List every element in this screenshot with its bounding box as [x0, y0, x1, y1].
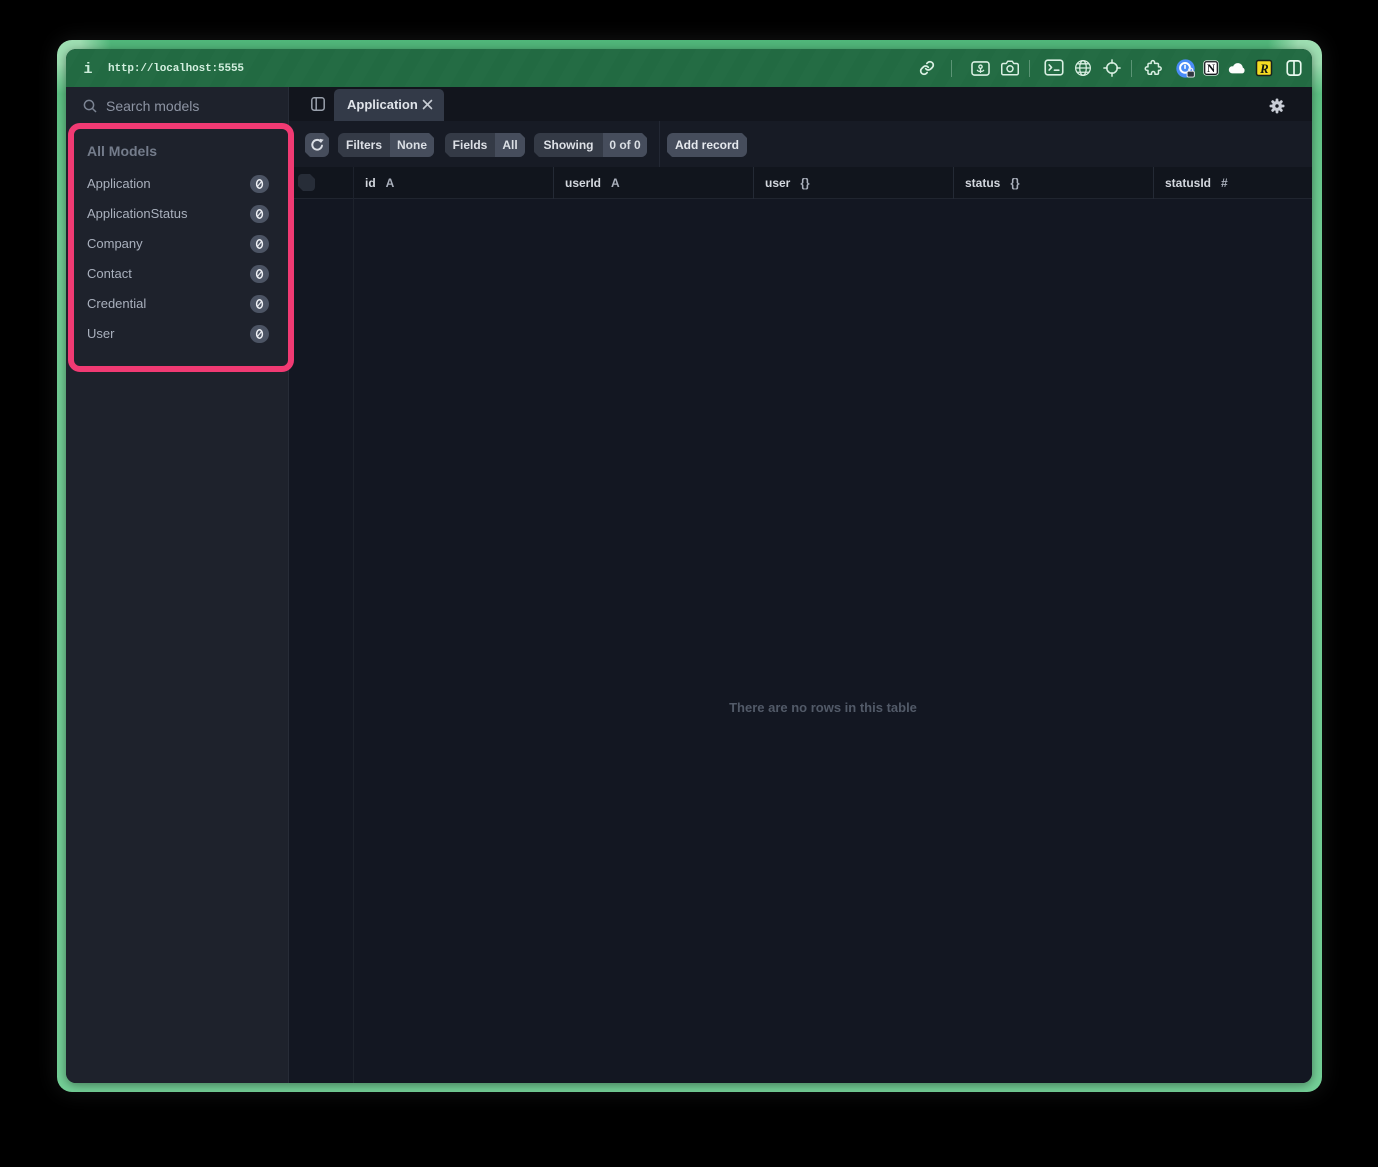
svg-text:N: N	[1207, 63, 1215, 75]
svg-text:R: R	[1259, 62, 1269, 76]
